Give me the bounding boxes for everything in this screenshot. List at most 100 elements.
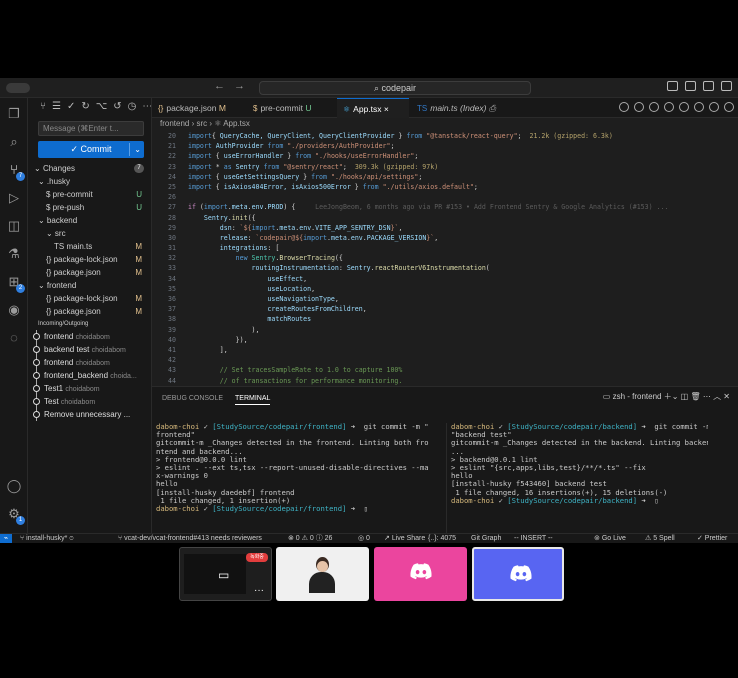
split-editor-icon[interactable] xyxy=(709,102,719,112)
graph-commit-row[interactable]: frontend_backend choida... xyxy=(28,369,151,382)
branch-status[interactable]: ⑂ install-husky* ⊙ xyxy=(20,534,74,543)
command-center-search[interactable]: ⌕ codepair xyxy=(259,81,531,95)
explorer-icon[interactable]: ❐ xyxy=(6,106,22,122)
remote-indicator-icon[interactable]: ⌁ xyxy=(0,534,12,543)
history-icon[interactable]: ↻ xyxy=(81,101,89,112)
graph-commit-row[interactable]: backend test choidabom xyxy=(28,343,151,356)
go-live-status[interactable]: ⊚ Go Live xyxy=(594,534,626,543)
branch-icon[interactable]: ⑂ xyxy=(40,101,46,112)
account-icon[interactable]: ◯ xyxy=(6,478,22,494)
search-icon[interactable]: ⌕ xyxy=(6,134,22,150)
cursor-position[interactable]: {..}: 4075 xyxy=(428,534,456,543)
file-tree-item[interactable]: ⌄ src xyxy=(28,227,151,240)
tab-debug-console[interactable]: DEBUG CONSOLE xyxy=(162,395,223,402)
file-tree-item[interactable]: {} package-lock.json M xyxy=(28,253,151,266)
terminal-backend[interactable]: dabom-choi ✓ [StudySource/codepair/backe… xyxy=(446,423,708,533)
testing-icon[interactable]: ⚗ xyxy=(6,246,22,262)
extensions-icon[interactable]: ⊞ 2 xyxy=(6,274,25,293)
changes-header[interactable]: ⌄ Changes 7 xyxy=(28,162,151,175)
file-label: {} package.json xyxy=(46,307,101,316)
chat-icon[interactable]: ◌ xyxy=(6,330,22,346)
file-tree-item[interactable]: $ pre-commit U xyxy=(28,188,151,201)
meeting-tile-discord-pink[interactable] xyxy=(374,547,467,601)
file-tree-item[interactable]: TS main.ts M xyxy=(28,240,151,253)
forward-arrow-icon[interactable]: → xyxy=(234,80,245,92)
meeting-tile-screenshare[interactable]: ▭ 녹화중 ··· xyxy=(179,547,272,601)
go-forward-icon[interactable] xyxy=(679,102,689,112)
go-back-icon[interactable] xyxy=(664,102,674,112)
toggle-sidebar-icon[interactable] xyxy=(667,81,678,91)
file-tree-item[interactable]: {} package-lock.json M xyxy=(28,292,151,305)
copilot-icon[interactable] xyxy=(694,102,704,112)
file-tree-item[interactable]: ⌄ backend xyxy=(28,214,151,227)
graph-commit-row[interactable]: Test choidabom xyxy=(28,395,151,408)
graph-commit-row[interactable]: frontend choidabom xyxy=(28,356,151,369)
remote-explorer-icon[interactable]: ◫ xyxy=(6,218,22,234)
problems-status[interactable]: ⊗ 0 ⚠ 0 ⓘ 26 xyxy=(288,534,332,543)
close-panel-icon[interactable]: ✕ xyxy=(723,392,730,401)
terminal-frontend[interactable]: dabom-choi ✓ [StudySource/codepair/front… xyxy=(156,423,436,533)
settings-gear-icon[interactable]: ⚙ 1 xyxy=(6,506,25,525)
github-icon[interactable]: ◉ xyxy=(6,302,22,318)
more-options-icon[interactable]: ··· xyxy=(254,585,264,596)
timeline-icon[interactable]: ◷ xyxy=(128,101,137,112)
graph-commit-row[interactable]: Test1 choidabom xyxy=(28,382,151,395)
file-tree-item[interactable]: {} package.json M xyxy=(28,266,151,279)
toggle-panel-icon[interactable] xyxy=(685,81,696,91)
window-controls[interactable] xyxy=(6,83,30,93)
timeline-icon[interactable] xyxy=(634,102,644,112)
code-token: : [ xyxy=(267,244,280,253)
tab-package-json[interactable]: {} package.json M xyxy=(152,98,245,118)
maximize-panel-icon[interactable]: ︿ xyxy=(713,392,723,401)
run-debug-icon[interactable]: ▷ xyxy=(6,190,22,206)
git-graph-status[interactable]: Git Graph xyxy=(471,534,501,543)
code-token: ; xyxy=(390,142,395,151)
commit-message-input[interactable]: Message (⌘Enter t... xyxy=(38,121,144,136)
file-tree-item[interactable]: ⌄ frontend xyxy=(28,279,151,292)
graph-commit-row[interactable]: Remove unnecessary ... xyxy=(28,408,151,421)
code-line: 33 routingInstrumentation: Sentry.reactR… xyxy=(152,263,738,273)
liveshare-status[interactable]: ↗ Live Share xyxy=(384,534,425,543)
new-terminal-icon[interactable]: ＋⌄ xyxy=(664,392,681,401)
participant-avatar xyxy=(309,557,335,593)
list-icon[interactable]: ☰ xyxy=(52,101,61,112)
meeting-tile-discord-blue[interactable] xyxy=(472,547,564,601)
back-arrow-icon[interactable]: ← xyxy=(214,80,225,92)
prettier-status[interactable]: ✓ Prettier xyxy=(697,534,727,543)
meeting-tile-camera[interactable] xyxy=(276,547,369,601)
code-editor[interactable]: 20 import{ QueryCache, QueryClient, Query… xyxy=(152,131,738,396)
chevron-down-icon[interactable]: ⌄ xyxy=(134,141,141,158)
file-tree-item[interactable]: $ pre-push U xyxy=(28,201,151,214)
commit-button[interactable]: ✓ Commit ⌄ xyxy=(38,141,144,158)
compare-icon[interactable] xyxy=(649,102,659,112)
run-icon[interactable] xyxy=(619,102,629,112)
refresh-icon[interactable]: ↺ xyxy=(113,101,121,112)
panel-tabs: DEBUG CONSOLE TERMINAL xyxy=(162,395,280,405)
graph-section-header[interactable]: Incoming/Outgoing xyxy=(28,318,151,330)
split-terminal-icon[interactable]: ◫ xyxy=(681,392,691,401)
check-icon[interactable]: ✓ xyxy=(67,101,75,112)
more-icon[interactable]: ⋯ xyxy=(142,101,151,112)
breadcrumb[interactable]: frontend › src › ⚛ App.tsx xyxy=(160,119,250,130)
kill-terminal-icon[interactable]: 🗑 xyxy=(690,392,702,401)
code-token: , xyxy=(398,223,403,232)
tab-main-ts-index[interactable]: TS main.ts (Index) ⎙ xyxy=(411,98,501,118)
commit-divider xyxy=(129,143,130,156)
graph-icon[interactable]: ⌥ xyxy=(96,101,108,112)
pr-status[interactable]: ⑂ vcat-dev/vcat-frontend#413 needs revie… xyxy=(118,534,262,543)
ports-status[interactable]: ◎ 0 xyxy=(358,534,370,543)
more-icon[interactable]: ⋯ xyxy=(703,392,713,401)
tab-app-tsx[interactable]: ⚛ App.tsx × xyxy=(337,98,409,118)
tab-pre-commit[interactable]: $ pre-commit U xyxy=(247,98,335,118)
tab-terminal[interactable]: TERMINAL xyxy=(235,395,271,405)
file-tree-item[interactable]: ⌄ .husky xyxy=(28,175,151,188)
more-actions-icon[interactable] xyxy=(724,102,734,112)
source-control-icon[interactable]: ⑂ 7 xyxy=(6,162,25,181)
customize-layout-icon[interactable] xyxy=(721,81,732,91)
shell-selector[interactable]: zsh - frontend xyxy=(613,392,662,401)
file-tree-item[interactable]: {} package.json M xyxy=(28,305,151,318)
close-icon[interactable]: × xyxy=(384,104,389,114)
spell-status[interactable]: ⚠ 5 Spell xyxy=(645,534,675,543)
graph-commit-row[interactable]: frontend choidabom xyxy=(28,330,151,343)
toggle-secondary-icon[interactable] xyxy=(703,81,714,91)
